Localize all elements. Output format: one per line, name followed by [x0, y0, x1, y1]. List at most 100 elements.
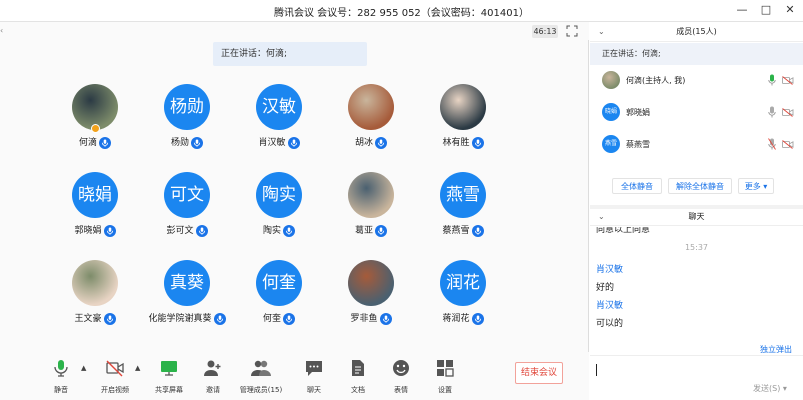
- microphone-icon: [103, 224, 116, 237]
- avatar: 晓娟: [602, 103, 620, 121]
- participant-tile[interactable]: 何滴: [50, 82, 140, 162]
- chat-header[interactable]: ⌄ 聊天: [590, 208, 803, 226]
- microphone-icon: [379, 312, 392, 325]
- participant-tile[interactable]: 杨勋 杨勋: [142, 82, 232, 162]
- collapse-chevron-icon[interactable]: ⌄: [598, 208, 605, 226]
- more-button[interactable]: 更多 ▾: [738, 178, 774, 194]
- invite-button[interactable]: 邀请: [188, 358, 238, 395]
- participant-name-row: 蒋润花: [418, 311, 508, 325]
- participant-name: 罗非鱼: [350, 314, 378, 324]
- participant-name-row: 化能学院谢真葵: [142, 311, 232, 325]
- end-meeting-button[interactable]: 结束会议: [515, 362, 563, 384]
- microphone-icon: [195, 224, 208, 237]
- share-screen-label: 共享屏幕: [155, 386, 183, 394]
- participant-tile[interactable]: 罗非鱼: [326, 258, 416, 338]
- participant-name: 化能学院谢真葵: [148, 314, 212, 324]
- member-row[interactable]: 晓娟 郭晓娟: [590, 100, 803, 126]
- mute-label: 静音: [54, 386, 68, 394]
- video-top-strip: ‹ 46:13: [0, 22, 589, 40]
- participant-tile[interactable]: 陶实 陶实: [234, 170, 324, 250]
- microphone-icon: [99, 136, 111, 149]
- text-cursor: [596, 364, 597, 376]
- participant-tile[interactable]: 燕雪 蔡燕雪: [418, 170, 508, 250]
- chat-label: 聊天: [307, 386, 321, 394]
- video-off-icon[interactable]: [782, 108, 794, 117]
- fullscreen-icon[interactable]: [566, 25, 578, 37]
- video-area: ‹ 46:13 正在讲话：何滴; 何滴 杨勋 杨勋 汉敏 肖汉敏 胡冰 林有胜 晓娟 郭晓娟 可文…: [0, 22, 589, 400]
- participant-name: 林有胜: [442, 138, 470, 148]
- meeting-timer: 46:13: [532, 25, 558, 38]
- share-screen-icon: [161, 361, 177, 376]
- speaking-indicator: 正在讲话：何滴;: [213, 42, 367, 66]
- side-panel: ⌄ 成员(15人) 正在讲话：何滴; 何滴(主持人, 我) 晓娟 郭晓娟 燕雪 蔡燕雪 …: [590, 22, 803, 400]
- participant-name: 彭可文: [166, 226, 194, 236]
- participant-name-row: 肖汉敏: [234, 135, 324, 149]
- video-off-icon: [106, 360, 124, 377]
- video-options-chevron-icon[interactable]: ▲: [135, 364, 140, 372]
- chat-button[interactable]: 聊天: [289, 358, 339, 395]
- participant-name: 胡冰: [354, 138, 373, 148]
- avatar: 何奎: [256, 260, 302, 306]
- members-icon: [251, 360, 271, 376]
- participant-name-row: 杨勋: [142, 135, 232, 149]
- avatar: [72, 260, 118, 306]
- participant-name-row: 郭晓娟: [50, 223, 140, 237]
- collapse-handle-icon[interactable]: ‹: [0, 26, 6, 36]
- microphone-icon[interactable]: [768, 74, 776, 86]
- avatar: [602, 71, 620, 89]
- emoji-button[interactable]: 表情: [376, 358, 426, 395]
- mute-all-button[interactable]: 全体静音: [612, 178, 662, 194]
- share-screen-button[interactable]: 共享屏幕: [144, 358, 194, 395]
- microphone-icon: [103, 312, 116, 325]
- settings-label: 设置: [438, 386, 452, 394]
- chat-message-text: 同意以上同意: [596, 227, 651, 235]
- participant-tile[interactable]: 晓娟 郭晓娟: [50, 170, 140, 250]
- member-row[interactable]: 何滴(主持人, 我): [590, 68, 803, 94]
- close-button[interactable]: ✕: [783, 2, 797, 18]
- participant-name: 蒋润花: [442, 314, 470, 324]
- mute-button[interactable]: 静音: [36, 358, 86, 395]
- avatar: [440, 84, 486, 130]
- mute-options-chevron-icon[interactable]: ▲: [81, 364, 86, 372]
- emoji-icon: [393, 360, 409, 376]
- minimize-button[interactable]: —: [735, 2, 749, 18]
- participant-name-row: 何奎: [234, 311, 324, 325]
- participant-tile[interactable]: 胡冰: [326, 82, 416, 162]
- microphone-icon: [213, 312, 226, 325]
- avatar: [348, 84, 394, 130]
- participant-tile[interactable]: 葛亚: [326, 170, 416, 250]
- participant-tile[interactable]: 汉敏 肖汉敏: [234, 82, 324, 162]
- manage-members-label: 管理成员(15): [239, 386, 283, 394]
- participant-tile[interactable]: 真葵 化能学院谢真葵: [142, 258, 232, 338]
- microphone-icon[interactable]: [768, 106, 776, 118]
- participant-tile[interactable]: 王文豪: [50, 258, 140, 338]
- video-button[interactable]: 开启视频: [90, 358, 140, 395]
- avatar: 可文: [164, 172, 210, 218]
- participant-tile[interactable]: 何奎 何奎: [234, 258, 324, 338]
- participant-tile[interactable]: 林有胜: [418, 82, 508, 162]
- participant-name: 郭晓娟: [74, 226, 102, 236]
- participant-tile[interactable]: 可文 彭可文: [142, 170, 232, 250]
- video-off-icon[interactable]: [782, 76, 794, 85]
- settings-grid-icon: [437, 360, 454, 377]
- video-off-icon[interactable]: [782, 140, 794, 149]
- settings-button[interactable]: 设置: [420, 358, 470, 395]
- collapse-chevron-icon[interactable]: ⌄: [598, 22, 605, 42]
- microphone-icon[interactable]: [768, 138, 776, 150]
- member-actions: 全体静音 解除全体静音 更多 ▾: [590, 174, 803, 200]
- members-title: 成员(15人): [676, 27, 717, 36]
- avatar: 杨勋: [164, 84, 210, 130]
- popout-chat-link[interactable]: 独立弹出: [760, 344, 792, 355]
- member-row[interactable]: 燕雪 蔡燕雪: [590, 132, 803, 158]
- chat-message-text: 可以的: [596, 319, 624, 329]
- members-header[interactable]: ⌄ 成员(15人): [590, 22, 803, 42]
- unmute-all-button[interactable]: 解除全体静音: [668, 178, 732, 194]
- microphone-icon: [375, 136, 387, 149]
- chat-message-text: 好的: [596, 283, 615, 293]
- participant-tile[interactable]: 润花 蒋润花: [418, 258, 508, 338]
- title-bar: 腾讯会议 会议号：282 955 052（会议密码：401401） — □ ✕: [0, 0, 803, 22]
- manage-members-button[interactable]: 管理成员(15): [236, 358, 286, 395]
- send-button[interactable]: 发送(S) ▾: [753, 383, 787, 394]
- maximize-button[interactable]: □: [759, 2, 773, 18]
- microphone-icon: [283, 224, 295, 237]
